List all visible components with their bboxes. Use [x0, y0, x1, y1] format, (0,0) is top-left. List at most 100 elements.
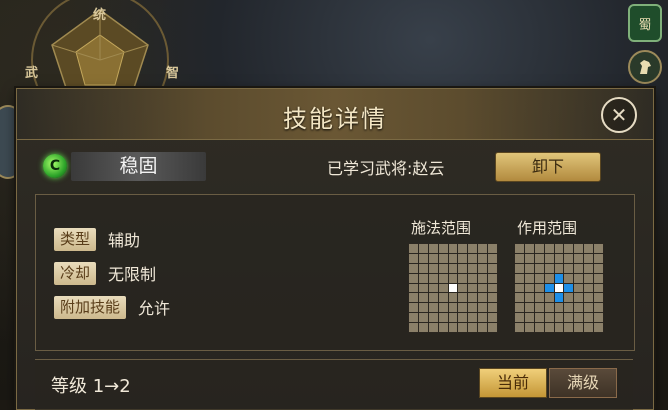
grid-cell: [458, 313, 468, 323]
grid-cell: [428, 273, 438, 283]
grid-cell: [584, 283, 594, 293]
grid-cell: [544, 283, 554, 293]
type-value: 辅助: [108, 231, 141, 250]
grid-cell: [524, 323, 534, 332]
dialog-title: 技能详情: [283, 105, 387, 133]
grid-cell: [458, 244, 468, 253]
grid-cell: [544, 323, 554, 332]
grid-cell: [574, 253, 584, 263]
grid-cell: [478, 283, 488, 293]
grid-cell: [458, 323, 468, 332]
unload-button[interactable]: 卸下: [495, 152, 601, 182]
grid-cell: [428, 323, 438, 332]
grid-cell: [534, 263, 544, 273]
grid-cell: [544, 313, 554, 323]
grid-cell: [534, 323, 544, 332]
grid-cell: [584, 303, 594, 313]
grid-cell: [594, 244, 603, 253]
grid-cell: [428, 283, 438, 293]
grid-cell: [564, 263, 574, 273]
effect-range-title: 作用范围: [517, 219, 578, 237]
grid-cell: [468, 244, 478, 253]
grid-cell: [524, 293, 534, 303]
grid-cell: [524, 263, 534, 273]
grid-cell: [574, 273, 584, 283]
grid-cell: [488, 293, 497, 303]
grid-cell: [418, 283, 428, 293]
grid-cell: [418, 313, 428, 323]
info-row-cooldown: 冷却 无限制: [54, 261, 156, 285]
grid-cell: [478, 273, 488, 283]
grid-cell: [409, 303, 418, 313]
grid-cell: [594, 303, 603, 313]
close-button[interactable]: ✕: [601, 97, 637, 133]
grid-cell: [438, 323, 448, 332]
grid-cell: [458, 253, 468, 263]
current-level-tab[interactable]: 当前: [479, 368, 547, 398]
grid-cell: [564, 303, 574, 313]
grid-cell: [534, 293, 544, 303]
grid-cell: [594, 263, 603, 273]
grid-cell: [594, 323, 603, 332]
grid-cell: [428, 263, 438, 273]
learned-general-label: 已学习武将:赵云: [327, 159, 445, 178]
max-level-tab[interactable]: 满级: [549, 368, 617, 398]
grid-cell: [468, 263, 478, 273]
grid-cell: [418, 273, 428, 283]
grid-cell: [418, 303, 428, 313]
grid-cell: [554, 244, 564, 253]
grid-cell: [438, 293, 448, 303]
skill-quality-gem-icon: C: [43, 154, 67, 178]
grid-cell: [574, 303, 584, 313]
grid-cell: [534, 283, 544, 293]
grid-cell: [544, 253, 554, 263]
grid-cell: [418, 323, 428, 332]
grid-cell: [594, 273, 603, 283]
grid-cell: [554, 313, 564, 323]
grid-cell: [524, 253, 534, 263]
grid-cell: [564, 273, 574, 283]
grid-cell: [544, 244, 554, 253]
grid-cell: [428, 313, 438, 323]
grid-cell: [418, 244, 428, 253]
grid-cell: [584, 244, 594, 253]
grid-cell: [428, 303, 438, 313]
grid-cell: [515, 283, 524, 293]
grid-cell: [448, 263, 458, 273]
grid-cell: [515, 303, 524, 313]
grid-cell: [554, 293, 564, 303]
grid-cell: [448, 283, 458, 293]
grid-cell: [534, 244, 544, 253]
grid-cell: [544, 273, 554, 283]
grid-cell: [515, 263, 524, 273]
grid-cell: [409, 293, 418, 303]
level-row: 等级 1→2 当前 满级: [35, 359, 633, 410]
info-row-type: 类型 辅助: [54, 227, 140, 251]
cooldown-tag: 冷却: [54, 261, 97, 285]
grid-cell: [524, 303, 534, 313]
grid-cell: [544, 263, 554, 273]
grid-cell: [594, 283, 603, 293]
cast-range-grid: [408, 243, 498, 333]
grid-cell: [428, 293, 438, 303]
grid-cell: [544, 303, 554, 313]
grid-cell: [515, 313, 524, 323]
grid-cell: [515, 323, 524, 332]
grid-cell: [468, 313, 478, 323]
horse-icon[interactable]: [628, 50, 662, 84]
grid-cell: [478, 244, 488, 253]
grid-cell: [458, 303, 468, 313]
grid-cell: [554, 323, 564, 332]
grid-cell: [554, 303, 564, 313]
grid-cell: [584, 313, 594, 323]
grid-cell: [448, 244, 458, 253]
grid-cell: [448, 323, 458, 332]
grid-cell: [478, 313, 488, 323]
side-icon-column: 蜀: [628, 0, 662, 92]
grid-cell: [515, 244, 524, 253]
faction-shu-badge[interactable]: 蜀: [628, 4, 662, 42]
grid-cell: [488, 263, 497, 273]
grid-cell: [594, 313, 603, 323]
skill-detail-dialog: 技能详情 ✕ C 稳固 已学习武将:赵云 卸下 类型 辅助 冷却 无限制 附加技…: [16, 88, 654, 410]
grid-cell: [448, 253, 458, 263]
